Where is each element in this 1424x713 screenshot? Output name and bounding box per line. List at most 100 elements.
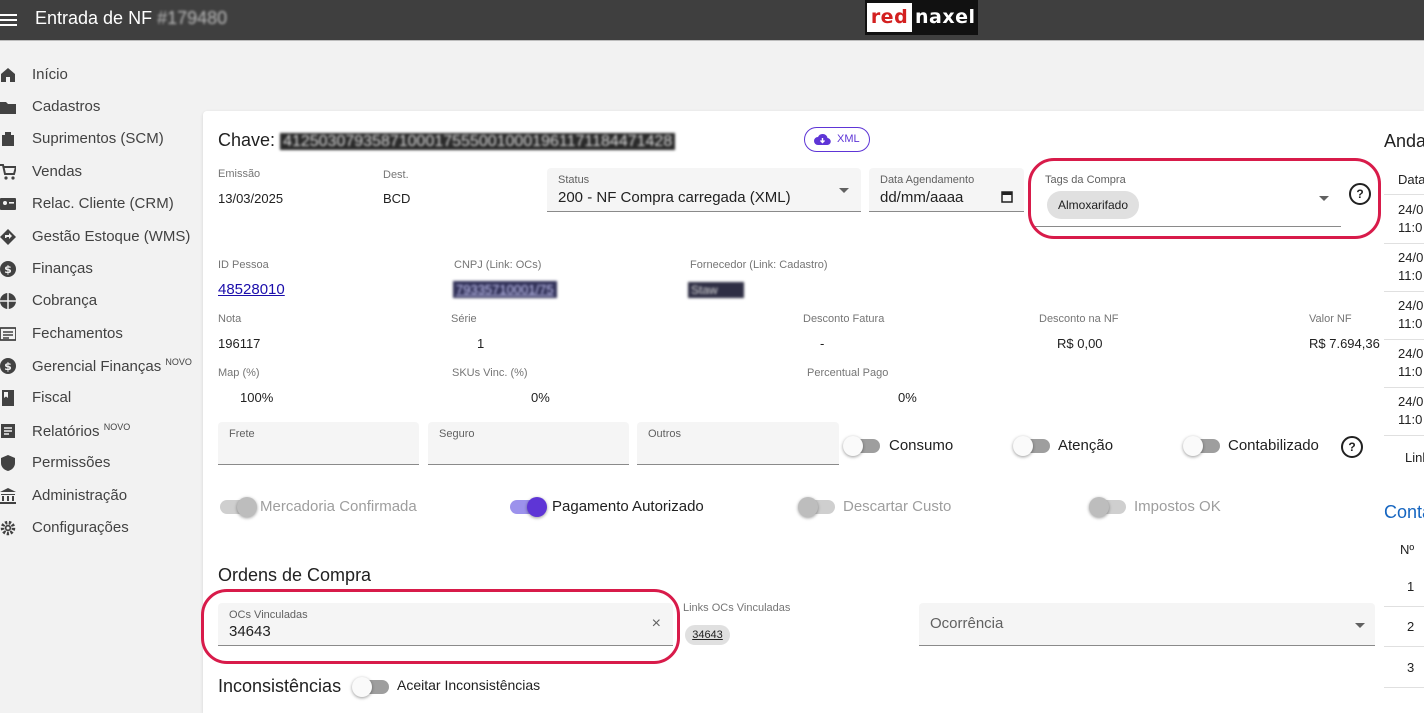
divider xyxy=(1384,435,1424,436)
nota-value: 196117 xyxy=(218,336,261,351)
map-value: 100% xyxy=(240,390,274,405)
list-icon xyxy=(0,327,16,341)
pie-chart-icon xyxy=(0,293,16,309)
sidebar-item-label: Relatórios NOVO xyxy=(32,422,131,440)
emissao-label: Emissão xyxy=(218,168,261,180)
aceitar-inconsistencias-toggle[interactable] xyxy=(352,677,389,697)
andamento-col-header: Data xyxy=(1398,172,1424,187)
sidebar-item[interactable]: Início xyxy=(0,59,200,91)
contas-row: 3 xyxy=(1407,660,1415,675)
sidebar-item[interactable]: Fechamentos xyxy=(0,318,200,350)
sidebar-item[interactable]: Fiscal xyxy=(0,382,200,414)
chave-value: 4125030793587100017555001000196117118447… xyxy=(280,133,676,150)
ordens-title: Ordens de Compra xyxy=(218,565,372,585)
contas-row: 2 xyxy=(1407,619,1415,634)
dropdown-arrow-icon xyxy=(839,188,849,193)
sidebar-item[interactable]: Relatórios NOVO xyxy=(0,415,200,447)
sidebar-item[interactable]: Vendas xyxy=(0,156,200,188)
book-icon xyxy=(2,390,14,406)
consumo-label: Consumo xyxy=(889,437,954,454)
ocorrencia-select[interactable]: Ocorrência xyxy=(919,603,1375,646)
sidebar-item-label: Cobrança xyxy=(32,292,98,309)
cnpj-label: CNPJ (Link: OCs) xyxy=(454,259,542,271)
sidebar-item-label: Fiscal xyxy=(32,389,72,406)
seguro-input[interactable]: Seguro xyxy=(428,422,629,465)
desconto-fatura-value: - xyxy=(820,336,825,351)
frete-input[interactable]: Frete xyxy=(218,422,419,465)
impostos-ok-toggle[interactable] xyxy=(1089,497,1126,517)
page-title: Entrada de NF #179480 xyxy=(35,8,228,28)
sidebar-item[interactable]: Suprimentos (SCM) xyxy=(0,123,200,155)
desconto-fatura-label: Desconto Fatura xyxy=(803,313,885,325)
contact-card-icon xyxy=(0,198,16,210)
svg-text:$: $ xyxy=(4,263,12,276)
outros-input[interactable]: Outros xyxy=(637,422,839,465)
sidebar-item[interactable]: Gestão Estoque (WMS) xyxy=(0,221,200,253)
folder-icon xyxy=(0,102,16,114)
gear-icon xyxy=(0,520,16,536)
report-icon xyxy=(1,424,15,438)
consumo-toggle[interactable] xyxy=(843,436,880,456)
andamento-row: 24/0 11:0 xyxy=(1398,346,1424,379)
desconto-nf-value: R$ 0,00 xyxy=(1057,336,1103,351)
inconsistencias-title: Inconsistências xyxy=(218,676,342,696)
percentual-pago-value: 0% xyxy=(898,390,917,405)
oc-link-chip[interactable]: 34643 xyxy=(685,625,730,645)
sidebar-item-label: Suprimentos (SCM) xyxy=(32,130,164,147)
divider xyxy=(1384,339,1424,340)
cart-icon xyxy=(0,164,16,180)
bank-icon xyxy=(0,488,16,504)
atencao-toggle[interactable] xyxy=(1013,436,1050,456)
dropdown-arrow-icon xyxy=(1355,623,1365,628)
links-ocs-label: Links OCs Vinculadas xyxy=(683,602,791,614)
skus-vinc-label: SKUs Vinc. (%) xyxy=(452,367,528,379)
sidebar-item[interactable]: Relac. Cliente (CRM) xyxy=(0,188,200,220)
sidebar-item-label: Permissões xyxy=(32,454,111,471)
sidebar-item[interactable]: Administração xyxy=(0,480,200,512)
menu-icon[interactable] xyxy=(0,11,18,29)
svg-text:$: $ xyxy=(4,360,12,373)
cloud-download-icon xyxy=(814,133,831,146)
nf-id: #179480 xyxy=(157,8,228,28)
help-icon[interactable]: ? xyxy=(1341,436,1363,458)
mercadoria-confirmada-toggle[interactable] xyxy=(220,497,257,517)
company-logo: red naxel xyxy=(865,0,978,35)
sidebar-item-label: Configurações xyxy=(32,519,129,536)
divider xyxy=(1384,291,1424,292)
sidebar-item[interactable]: Cadastros xyxy=(0,91,200,123)
contabilizado-toggle[interactable] xyxy=(1183,436,1220,456)
sidebar-item-label: Administração xyxy=(32,487,128,504)
calendar-icon[interactable] xyxy=(1001,190,1013,203)
pagamento-autorizado-toggle[interactable] xyxy=(510,497,547,517)
valor-nf-label: Valor NF xyxy=(1309,313,1352,325)
contas-row: 1 xyxy=(1407,579,1415,594)
id-pessoa-link[interactable]: 48528010 xyxy=(218,281,285,298)
sidebar-item[interactable]: $ Gerencial Finanças NOVO xyxy=(0,350,200,382)
sidebar-item[interactable]: Configurações xyxy=(0,512,200,544)
descartar-custo-toggle[interactable] xyxy=(798,497,835,517)
sidebar-item[interactable]: Permissões xyxy=(0,447,200,479)
sidebar-item[interactable]: $ Finanças xyxy=(0,253,200,285)
new-badge: NOVO xyxy=(103,422,131,432)
dest-label: Dest. xyxy=(383,169,409,181)
contas-col-header: Nº xyxy=(1400,542,1415,557)
xml-download-button[interactable]: XML xyxy=(804,127,870,152)
andamento-title: Anda xyxy=(1384,131,1424,151)
andamento-link[interactable]: Linl xyxy=(1405,450,1424,465)
dollar-icon: $ xyxy=(0,358,16,374)
sidebar-item[interactable]: Cobrança xyxy=(0,285,200,317)
emissao-value: 13/03/2025 xyxy=(218,191,284,206)
sidebar-item-label: Início xyxy=(32,66,68,83)
cnpj-link[interactable]: 79335710001/75 xyxy=(453,281,557,298)
sidebar-item-label: Fechamentos xyxy=(32,325,123,342)
top-app-bar: Entrada de NF #179480 red naxel xyxy=(0,0,1424,41)
fornecedor-link[interactable]: Staw xyxy=(688,282,744,298)
data-agendamento-input[interactable]: Data Agendamento dd/mm/aaaa xyxy=(869,168,1024,212)
andamento-row: 24/0 11:0 xyxy=(1398,250,1424,283)
status-select[interactable]: Status 200 - NF Compra carregada (XML) xyxy=(547,168,861,212)
fornecedor-label: Fornecedor (Link: Cadastro) xyxy=(690,259,828,271)
serie-label: Série xyxy=(451,313,477,325)
andamento-row: 24/0 11:0 xyxy=(1398,202,1424,235)
highlight-ocs xyxy=(201,589,680,664)
dest-value: BCD xyxy=(383,191,411,206)
